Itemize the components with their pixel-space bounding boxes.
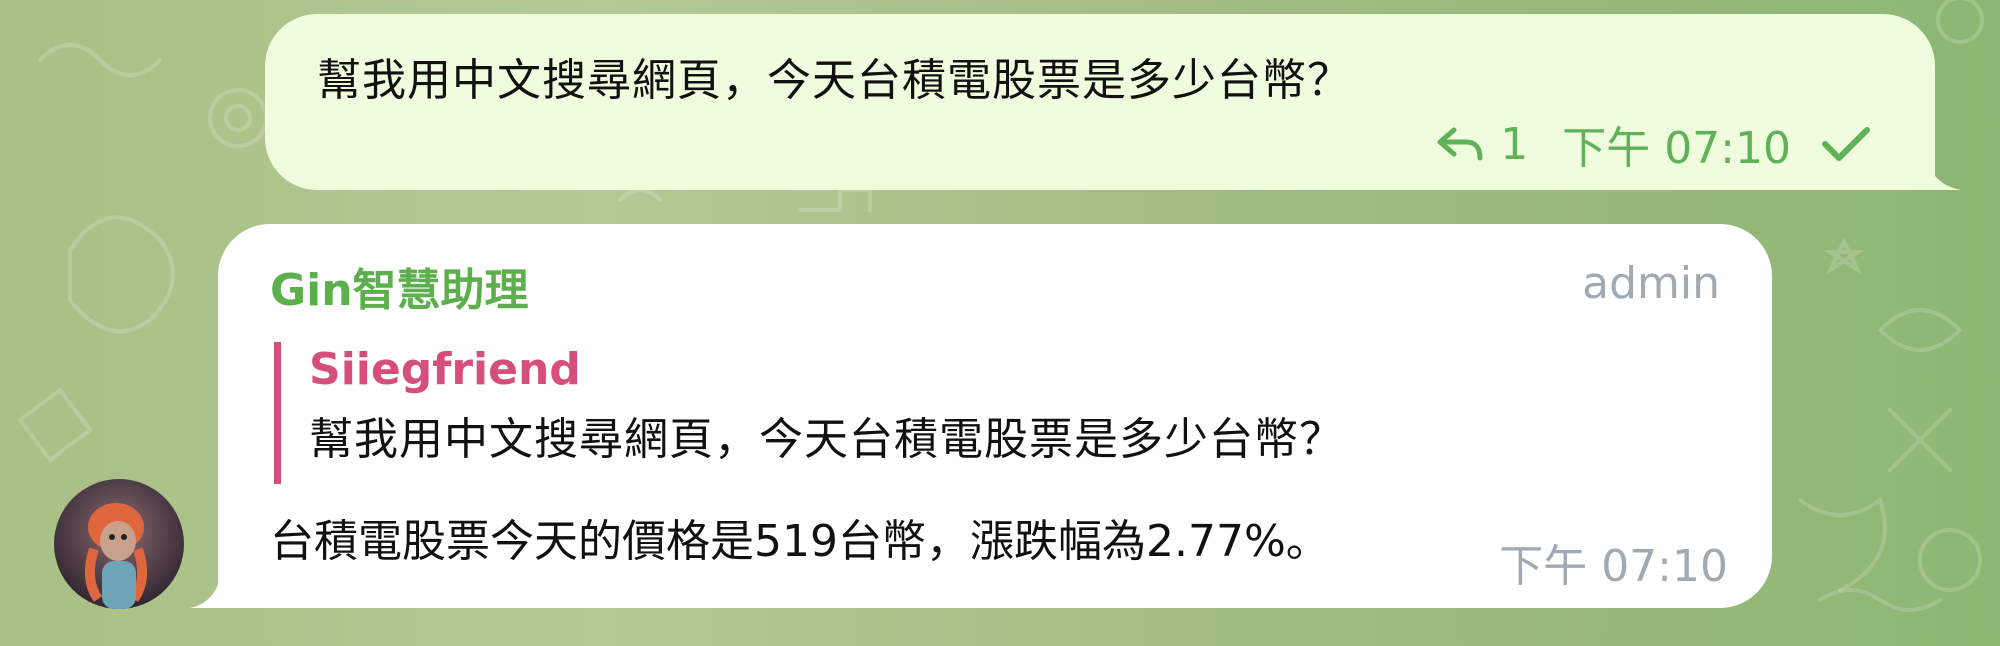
admin-badge: admin	[1582, 258, 1720, 309]
avatar[interactable]	[54, 479, 184, 609]
quote-author: Siiegfriend	[309, 344, 581, 395]
incoming-message-text: 台積電股票今天的價格是519台幣，漲跌幅為2.77%。	[270, 516, 1330, 567]
outgoing-message-text: 幫我用中文搜尋網頁，今天台積電股票是多少台幣？	[317, 55, 1352, 106]
incoming-message-time: 下午 07:10	[1499, 541, 1728, 592]
check-icon	[1822, 127, 1870, 161]
outgoing-message-meta: 1 下午 07:10	[1436, 118, 1873, 174]
outgoing-message-time: 下午 07:10	[1562, 123, 1791, 174]
reply-arrow-icon[interactable]	[1436, 124, 1484, 164]
reply-count[interactable]: 1	[1500, 119, 1528, 170]
sender-name[interactable]: Gin智慧助理	[270, 254, 529, 318]
outgoing-message-bubble[interactable]: 幫我用中文搜尋網頁，今天台積電股票是多少台幣？ 1 下午 07:10	[265, 14, 1935, 190]
incoming-message-bubble[interactable]: Gin智慧助理 admin Siiegfriend 幫我用中文搜尋網頁，今天台積…	[218, 224, 1772, 608]
outgoing-bubble-tail	[1925, 150, 1961, 190]
avatar-image	[54, 479, 184, 609]
reply-quote[interactable]: Siiegfriend 幫我用中文搜尋網頁，今天台積電股票是多少台幣？	[274, 342, 1344, 484]
quote-text: 幫我用中文搜尋網頁，今天台積電股票是多少台幣？	[309, 414, 1344, 465]
